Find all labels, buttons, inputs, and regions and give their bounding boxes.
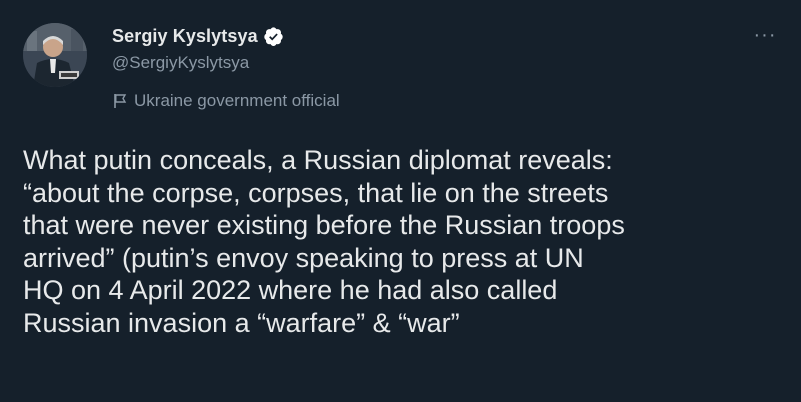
tweet-card: Sergiy Kyslytsya @SergiyKyslytsya Ukrain… xyxy=(0,0,801,402)
author-block: Sergiy Kyslytsya @SergiyKyslytsya Ukrain… xyxy=(112,24,340,112)
verified-badge-icon xyxy=(263,26,284,47)
affiliation-label: Ukraine government official xyxy=(112,90,340,112)
more-options-button[interactable]: ··· xyxy=(749,24,781,46)
name-row: Sergiy Kyslytsya xyxy=(112,24,340,48)
affiliation-label-text: Ukraine government official xyxy=(134,91,340,110)
flag-icon xyxy=(112,93,128,109)
handle[interactable]: @SergiyKyslytsya xyxy=(112,53,340,75)
more-dots-icon: ··· xyxy=(753,24,777,46)
display-name[interactable]: Sergiy Kyslytsya xyxy=(112,26,258,47)
avatar[interactable] xyxy=(23,23,87,87)
avatar-photo xyxy=(23,23,87,87)
tweet-text: What putin conceals, a Russian diplomat … xyxy=(23,145,625,338)
